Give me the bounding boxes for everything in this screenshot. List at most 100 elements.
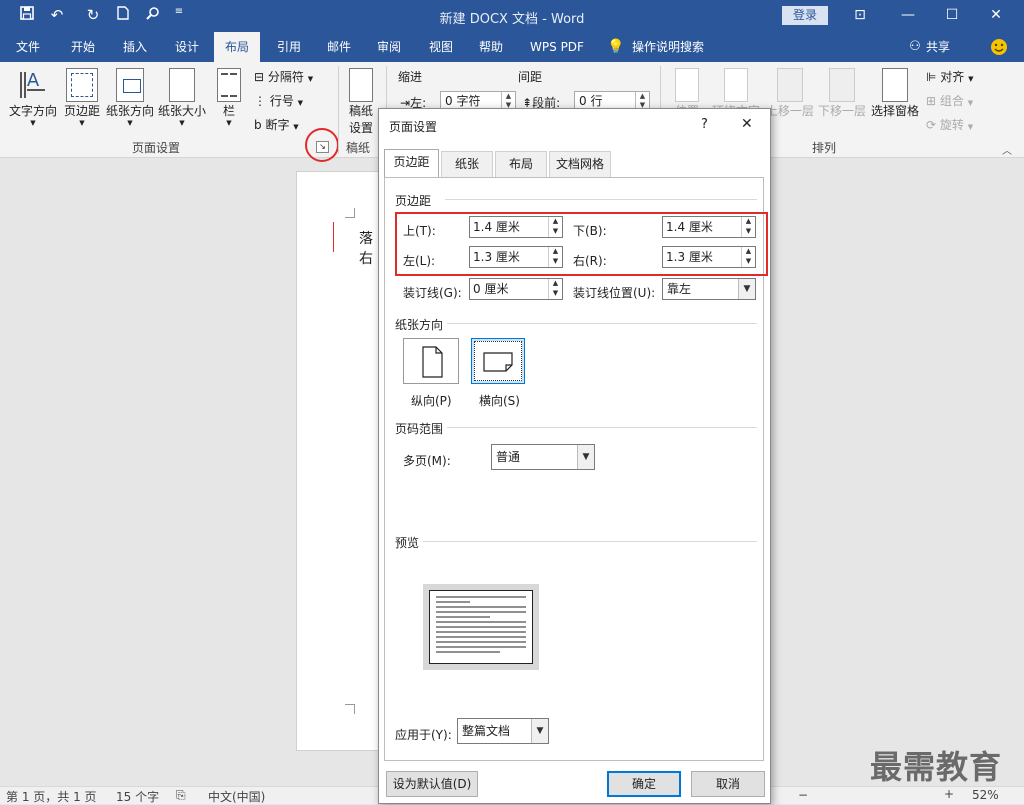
hyphenation-label: 断字 bbox=[265, 118, 290, 132]
send-backward-icon bbox=[829, 68, 855, 102]
section-divider bbox=[423, 541, 757, 542]
breaks-button[interactable]: ⊟ 分隔符 ▼ bbox=[254, 68, 313, 85]
ribbon-display-icon[interactable]: ⊡ bbox=[840, 4, 880, 28]
preview-text-lines bbox=[436, 596, 526, 653]
columns-button[interactable]: 栏 ▼ bbox=[212, 68, 246, 127]
page-setup-group-label: 页面设置 bbox=[132, 141, 181, 155]
document-page[interactable]: 落右 bbox=[296, 171, 380, 751]
tab-layout[interactable]: 布局 bbox=[214, 32, 260, 62]
portrait-option[interactable] bbox=[403, 338, 459, 384]
proofing-icon[interactable]: ⎘ bbox=[176, 788, 186, 803]
margins-button[interactable]: 页边距 ▼ bbox=[62, 68, 102, 127]
top-margin-input[interactable]: 1.4 厘米 ▲ ▼ bbox=[469, 216, 563, 238]
selection-pane-button[interactable]: 选择窗格 bbox=[868, 68, 922, 119]
text-direction-button[interactable]: A 文字方向 ▼ bbox=[6, 68, 60, 127]
page-count[interactable]: 第 1 页，共 1 页 bbox=[6, 788, 97, 805]
draft-paper-icon bbox=[349, 68, 373, 102]
tab-help[interactable]: 帮助 bbox=[468, 32, 514, 62]
multiple-pages-select[interactable]: 普通 ▼ bbox=[491, 444, 595, 470]
tell-me-search[interactable]: 操作说明搜索 bbox=[632, 32, 722, 62]
align-icon: ⊫ bbox=[926, 70, 937, 84]
group-button[interactable]: ⊞ 组合 ▼ bbox=[926, 92, 973, 109]
left-margin-input[interactable]: 1.3 厘米 ▲ ▼ bbox=[469, 246, 563, 268]
title-bar: ↶ ↻ ≡ 新建 DOCX 文档 - Word 登录 ⊡ — ☐ ✕ bbox=[0, 0, 1024, 32]
line-numbers-button[interactable]: ⋮ 行号 ▼ bbox=[254, 92, 303, 109]
tab-review[interactable]: 审阅 bbox=[366, 32, 412, 62]
hyphenation-button[interactable]: b 断字 ▼ bbox=[254, 116, 299, 133]
chevron-down-icon: ▼ bbox=[738, 279, 755, 299]
share-button[interactable]: 共享 bbox=[926, 32, 958, 62]
left-margin-label: 左(L): bbox=[403, 254, 436, 268]
language-indicator[interactable]: 中文(中国) bbox=[208, 788, 265, 805]
margins-icon bbox=[66, 68, 98, 102]
word-count[interactable]: 15 个字 bbox=[116, 788, 159, 805]
section-divider bbox=[447, 427, 757, 428]
pages-section-label: 页码范围 bbox=[395, 422, 444, 436]
send-backward-label: 下移一层 bbox=[817, 104, 866, 118]
landscape-option[interactable] bbox=[471, 338, 525, 384]
tab-paper[interactable]: 纸张 bbox=[441, 151, 493, 177]
position-icon bbox=[675, 68, 699, 102]
right-margin-input[interactable]: 1.3 厘米 ▲ ▼ bbox=[662, 246, 756, 268]
zoom-plus-icon[interactable]: + bbox=[944, 787, 954, 801]
group-label: 组合 bbox=[939, 94, 964, 108]
close-dialog-button[interactable]: ✕ bbox=[741, 116, 753, 132]
portrait-label: 纵向(P) bbox=[411, 394, 452, 408]
paper-size-button[interactable]: 纸张大小 ▼ bbox=[156, 68, 208, 127]
tab-margins[interactable]: 页边距 bbox=[384, 149, 439, 178]
close-window-icon[interactable]: ✕ bbox=[976, 4, 1016, 28]
tab-references[interactable]: 引用 bbox=[266, 32, 312, 62]
minimize-icon[interactable]: — bbox=[888, 4, 928, 28]
spacing-label: 间距 bbox=[518, 70, 543, 84]
section-divider bbox=[445, 199, 757, 200]
maximize-icon[interactable]: ☐ bbox=[932, 4, 972, 28]
tab-file[interactable]: 文件 bbox=[6, 32, 50, 62]
ok-button[interactable]: 确定 bbox=[607, 771, 681, 797]
help-button[interactable]: ? bbox=[701, 117, 708, 132]
selection-pane-icon bbox=[882, 68, 908, 102]
rotate-icon: ⟳ bbox=[926, 118, 937, 132]
set-default-button[interactable]: 设为默认值(D) bbox=[386, 771, 478, 797]
align-button[interactable]: ⊫ 对齐 ▼ bbox=[926, 68, 974, 85]
apply-to-select[interactable]: 整篇文档 ▼ bbox=[457, 718, 549, 744]
smiley-icon[interactable] bbox=[988, 32, 1010, 62]
tab-mailings[interactable]: 邮件 bbox=[316, 32, 362, 62]
landscape-label: 横向(S) bbox=[479, 394, 520, 408]
orientation-button[interactable]: 纸张方向 ▼ bbox=[104, 68, 156, 127]
tab-view[interactable]: 视图 bbox=[418, 32, 464, 62]
tab-design[interactable]: 设计 bbox=[164, 32, 210, 62]
zoom-level[interactable]: 52% bbox=[972, 788, 999, 802]
cancel-button[interactable]: 取消 bbox=[691, 771, 765, 797]
send-backward-button[interactable]: 下移一层 bbox=[816, 68, 868, 119]
tab-home[interactable]: 开始 bbox=[60, 32, 106, 62]
wrap-text-icon bbox=[724, 68, 748, 102]
bottom-margin-input[interactable]: 1.4 厘米 ▲ ▼ bbox=[662, 216, 756, 238]
dialog-title: 页面设置 bbox=[389, 120, 438, 134]
line-numbers-icon: ⋮ bbox=[254, 94, 266, 108]
orientation-section-label: 纸张方向 bbox=[395, 318, 444, 332]
tab-layout[interactable]: 布局 bbox=[495, 151, 547, 177]
chevron-down-icon: ▼ bbox=[531, 719, 548, 743]
bottom-margin-label: 下(B): bbox=[573, 224, 607, 238]
rotate-button[interactable]: ⟳ 旋转 ▼ bbox=[926, 116, 973, 133]
collapse-ribbon-icon[interactable]: ︿ bbox=[1002, 142, 1012, 157]
bring-forward-button[interactable]: 上移一层 bbox=[764, 68, 816, 119]
tab-document-grid[interactable]: 文档网格 bbox=[549, 151, 611, 177]
page-setup-dialog: 页面设置 ? ✕ 页边距 纸张 布局 文档网格 页边距 上(T): 1.4 厘米… bbox=[378, 108, 771, 804]
bring-forward-label: 上移一层 bbox=[765, 104, 814, 118]
hyphenation-icon: b bbox=[254, 118, 262, 132]
columns-icon bbox=[217, 68, 241, 102]
gutter-position-select[interactable]: 靠左 ▼ bbox=[662, 278, 756, 300]
tab-insert[interactable]: 插入 bbox=[112, 32, 158, 62]
gutter-input[interactable]: 0 厘米 ▲ ▼ bbox=[469, 278, 563, 300]
top-margin-label: 上(T): bbox=[403, 224, 436, 238]
draft-label-1: 稿纸 bbox=[348, 104, 373, 118]
margins-section-label: 页边距 bbox=[395, 194, 432, 208]
zoom-minus-icon[interactable]: − bbox=[798, 788, 808, 802]
login-button[interactable]: 登录 bbox=[782, 6, 828, 25]
align-label: 对齐 bbox=[940, 70, 965, 84]
arrange-group-label: 排列 bbox=[812, 141, 837, 155]
draft-settings-button[interactable]: 稿纸 设置 bbox=[344, 68, 378, 136]
tab-wps-pdf[interactable]: WPS PDF bbox=[520, 32, 594, 62]
breaks-icon: ⊟ bbox=[254, 70, 265, 84]
